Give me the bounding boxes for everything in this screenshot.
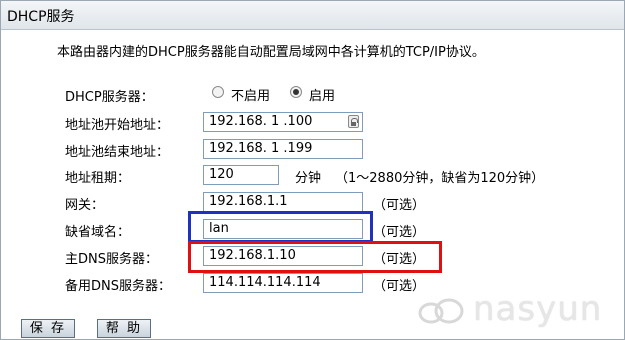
radio-disable[interactable] (212, 86, 224, 98)
panel-header: DHCP服务 (1, 1, 624, 30)
red-highlight-box (188, 241, 442, 273)
dhcp-panel: DHCP服务 本路由器内建的DHCP服务器能自动配置局域网中各计算机的TCP/I… (0, 0, 625, 340)
page-title: DHCP服务 (7, 9, 75, 25)
gateway-value: 192.168.1.1 (209, 194, 288, 209)
gateway-label: 网关： (65, 198, 105, 213)
pool-end-input[interactable]: 192.168. 1 .199 (203, 139, 363, 159)
pool-start-input[interactable]: 192.168. 1 .100 (203, 112, 363, 132)
pool-end-value: 192.168. 1 .199 (209, 141, 313, 156)
gateway-input[interactable]: 192.168.1.1 (203, 192, 363, 212)
radio-enable[interactable] (290, 86, 302, 98)
secondary-dns-input[interactable]: 114.114.114.114 (203, 273, 363, 293)
watermark-text: nasyun (473, 289, 603, 329)
watermark: nasyun (409, 287, 619, 329)
secondary-dns-label: 备用DNS服务器： (65, 279, 171, 294)
radio-enable-label: 启用 (309, 89, 336, 104)
help-button[interactable]: 帮 助 (97, 319, 151, 338)
dhcp-server-label: DHCP服务器： (65, 90, 154, 105)
lease-input[interactable]: 120 (203, 165, 279, 185)
radio-disable-label: 不启用 (231, 89, 271, 104)
lease-value: 120 (209, 167, 234, 182)
blue-highlight-box (188, 211, 373, 243)
secondary-dns-value: 114.114.114.114 (209, 275, 321, 290)
gateway-hint: （可选） (373, 198, 426, 213)
domain-hint: （可选） (373, 225, 426, 240)
domain-label: 缺省域名： (65, 225, 131, 240)
primary-dns-label: 主DNS服务器： (65, 252, 158, 267)
save-button[interactable]: 保 存 (21, 319, 75, 338)
description-text: 本路由器内建的DHCP服务器能自动配置局域网中各计算机的TCP/IP协议。 (57, 45, 485, 60)
lock-icon (348, 115, 359, 128)
pool-start-label: 地址池开始地址： (65, 118, 170, 133)
cloud-logo-icon (418, 298, 464, 324)
pool-start-value: 192.168. 1 .100 (209, 114, 313, 129)
pool-end-label: 地址池结束地址： (65, 145, 170, 160)
lease-unit: 分钟 (295, 171, 322, 186)
lease-label: 地址租期： (65, 171, 131, 186)
lease-hint: （1～2880分钟，缺省为120分钟） (335, 171, 545, 186)
